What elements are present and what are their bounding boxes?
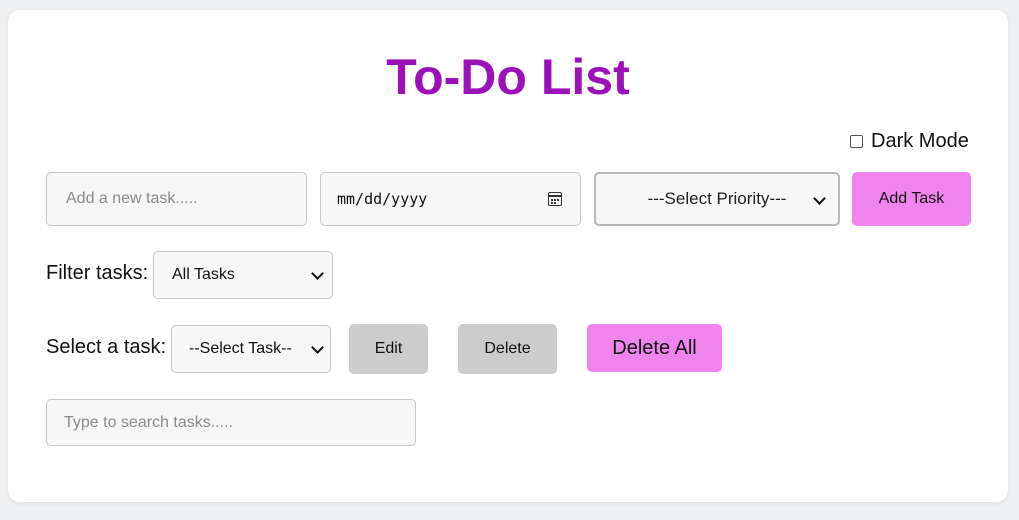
filter-select[interactable]: All Tasks xyxy=(153,251,333,299)
todo-card: To-Do List Dark Mode Add a new task.....… xyxy=(8,10,1008,502)
chevron-down-icon xyxy=(311,341,324,354)
task-select[interactable]: --Select Task-- xyxy=(171,325,331,373)
calendar-icon[interactable] xyxy=(548,192,562,206)
delete-button[interactable]: Delete xyxy=(458,324,557,374)
search-input[interactable]: Type to search tasks..... xyxy=(46,399,416,446)
edit-button[interactable]: Edit xyxy=(349,324,428,374)
filter-selected: All Tasks xyxy=(172,266,235,283)
page-title: To-Do List xyxy=(386,49,630,105)
priority-selected: ---Select Priority--- xyxy=(647,189,787,208)
search-placeholder: Type to search tasks..... xyxy=(64,413,233,431)
filter-label: Filter tasks: xyxy=(46,262,149,284)
due-date-input[interactable]: mm/dd/yyyy xyxy=(320,172,581,226)
due-date-value: mm/dd/yyyy xyxy=(337,190,428,208)
delete-all-button[interactable]: Delete All xyxy=(587,324,722,372)
select-task-label: Select a task: xyxy=(46,336,167,358)
dark-mode-checkbox[interactable] xyxy=(850,135,863,148)
new-task-input[interactable]: Add a new task..... xyxy=(46,172,307,226)
chevron-down-icon xyxy=(813,192,826,205)
chevron-down-icon xyxy=(311,267,324,280)
dark-mode-label: Dark Mode xyxy=(871,130,969,152)
priority-select[interactable]: ---Select Priority--- xyxy=(594,172,840,226)
dark-mode-toggle[interactable]: Dark Mode xyxy=(850,130,969,153)
task-selected: --Select Task-- xyxy=(189,340,292,357)
add-task-button[interactable]: Add Task xyxy=(852,172,971,226)
new-task-placeholder: Add a new task..... xyxy=(66,190,198,207)
